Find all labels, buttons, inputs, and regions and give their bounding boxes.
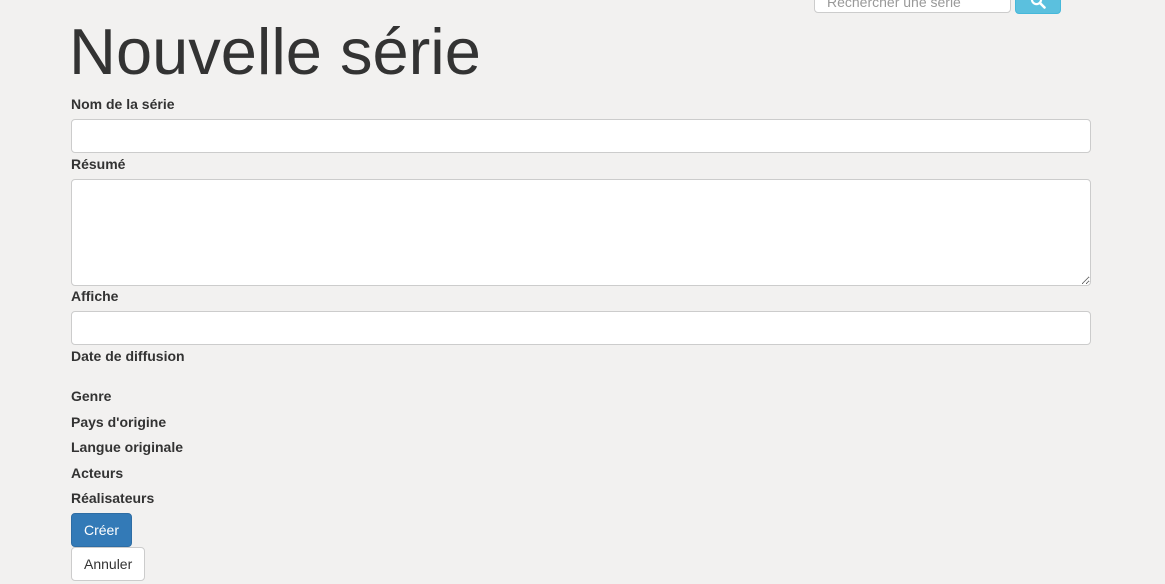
create-button[interactable]: Créer	[71, 513, 133, 547]
release-date-label: Date de diffusion	[71, 348, 185, 364]
series-name-input[interactable]	[71, 119, 1091, 153]
summary-textarea[interactable]	[71, 179, 1091, 286]
actors-label: Acteurs	[71, 465, 124, 481]
series-name-label: Nom de la série	[71, 96, 175, 112]
search-form	[814, 0, 1061, 14]
country-label: Pays d'origine	[71, 414, 167, 430]
search-button[interactable]	[1015, 0, 1061, 14]
page: Nouvelle série Nom de la série Résumé Af…	[0, 0, 1165, 584]
language-label: Langue originale	[71, 439, 184, 455]
page-title: Nouvelle série	[69, 15, 481, 88]
summary-label: Résumé	[71, 156, 126, 172]
directors-label: Réalisateurs	[71, 490, 155, 506]
search-icon	[1030, 0, 1046, 9]
poster-input[interactable]	[71, 311, 1091, 345]
search-input[interactable]	[814, 0, 1011, 13]
poster-label: Affiche	[71, 288, 119, 304]
cancel-button[interactable]: Annuler	[71, 547, 146, 581]
genre-label: Genre	[71, 388, 112, 404]
